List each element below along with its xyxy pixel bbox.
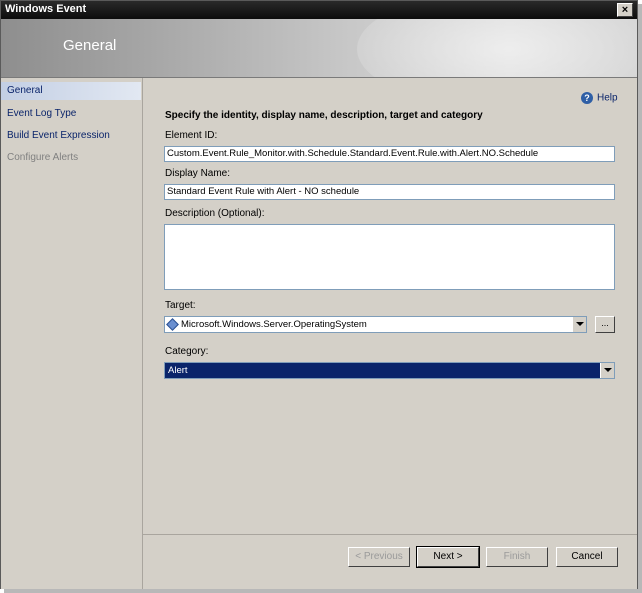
target-dropdown-button[interactable] <box>572 317 586 332</box>
category-value: Alert <box>168 365 188 376</box>
header-banner: General <box>1 19 637 78</box>
window-title: Windows Event <box>5 3 87 15</box>
help-icon: ? <box>581 92 593 104</box>
next-button[interactable]: Next > <box>416 546 480 568</box>
close-icon: × <box>621 4 629 16</box>
description-label: Description (Optional): <box>165 208 265 219</box>
element-id-label: Element ID: <box>165 130 218 141</box>
window-shadow-bottom <box>4 589 642 593</box>
nav-item-event-log-type[interactable]: Event Log Type <box>1 105 141 123</box>
category-combobox[interactable]: Alert <box>164 362 615 379</box>
finish-button[interactable]: Finish <box>486 547 548 567</box>
help-link[interactable]: ? Help <box>581 92 618 104</box>
cancel-button[interactable]: Cancel <box>556 547 618 567</box>
content-pane: ? Help Specify the identity, display name… <box>143 78 637 589</box>
windows-event-dialog: Windows Event × General General Event Lo… <box>0 0 638 589</box>
nav-item-configure-alerts: Configure Alerts <box>7 152 79 163</box>
wizard-navigation: General Event Log Type Build Event Expre… <box>1 78 143 589</box>
nav-item-build-event-expression[interactable]: Build Event Expression <box>1 127 141 145</box>
chevron-down-icon <box>604 368 612 372</box>
category-label: Category: <box>165 346 209 357</box>
category-dropdown-button[interactable] <box>600 363 614 378</box>
management-pack-class-icon <box>166 318 179 331</box>
chevron-down-icon <box>576 322 584 326</box>
page-heading: Specify the identity, display name, desc… <box>165 110 483 121</box>
target-value: Microsoft.Windows.Server.OperatingSystem <box>181 319 367 330</box>
display-name-field[interactable]: Standard Event Rule with Alert - NO sche… <box>164 184 615 200</box>
element-id-field[interactable]: Custom.Event.Rule_Monitor.with.Schedule.… <box>164 146 615 162</box>
button-separator <box>143 534 637 535</box>
target-label: Target: <box>165 300 196 311</box>
close-button[interactable]: × <box>617 3 633 17</box>
help-label: Help <box>597 92 618 104</box>
banner-decoration <box>357 19 637 77</box>
target-combobox[interactable]: Microsoft.Windows.Server.OperatingSystem <box>164 316 587 333</box>
banner-title: General <box>63 37 117 54</box>
description-field[interactable] <box>164 224 615 290</box>
display-name-label: Display Name: <box>165 168 231 179</box>
window-shadow-right <box>638 4 642 593</box>
nav-item-general[interactable]: General <box>1 82 141 100</box>
browse-target-button[interactable]: ... <box>595 316 615 333</box>
title-bar[interactable]: Windows Event × <box>1 1 637 19</box>
previous-button[interactable]: < Previous <box>348 547 410 567</box>
